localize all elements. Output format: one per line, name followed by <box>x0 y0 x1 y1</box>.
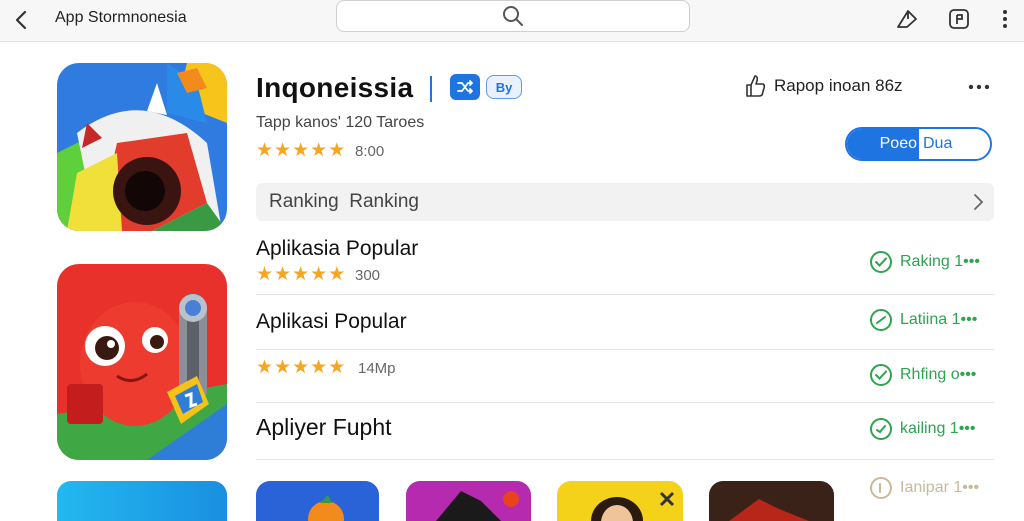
star-icon: ★ <box>328 357 346 378</box>
like-button[interactable]: Rapop inoan 86z <box>744 74 903 98</box>
row-rating-stars: ★ ★ ★ ★ ★ <box>256 265 345 284</box>
app-icon-secondary[interactable] <box>57 264 227 460</box>
app-icon-main[interactable] <box>57 63 227 231</box>
row-divider <box>256 402 994 403</box>
pill-primary-label[interactable]: Poeo <box>847 129 919 159</box>
red-creature-icon <box>729 499 809 521</box>
row-divider <box>256 294 994 295</box>
row-status[interactable]: Latiina 1••• <box>870 309 977 331</box>
row-status[interactable]: Raking 1••• <box>870 251 980 273</box>
star-icon: ★ <box>328 264 346 285</box>
bookmark-icon <box>949 9 969 29</box>
thumbs-up-icon <box>746 75 766 97</box>
star-icon: ★ <box>274 264 292 285</box>
character-app-icon <box>57 264 227 460</box>
app-store-title: App Stormnonesia <box>55 9 187 26</box>
star-icon: ★ <box>256 264 274 285</box>
chevron-right-icon <box>974 194 984 210</box>
bottom-app-icon[interactable] <box>57 481 227 521</box>
row-rating-value: 14Mp <box>358 360 396 377</box>
row-status[interactable]: kailing 1••• <box>870 418 976 440</box>
row-title[interactable]: Aplikasia Popular <box>256 237 418 261</box>
pill-secondary-label[interactable]: Dua <box>919 129 990 159</box>
star-icon: ★ <box>292 140 310 161</box>
publisher-badge[interactable]: By <box>486 75 522 99</box>
check-circle-icon <box>870 309 892 331</box>
back-button[interactable] <box>8 6 36 34</box>
chevron-left-icon <box>15 10 27 30</box>
star-icon: ★ <box>274 140 292 161</box>
row-status-label: Ianipar 1••• <box>900 479 980 496</box>
row-rating-value: 300 <box>355 267 381 284</box>
star-icon: ★ <box>256 140 274 161</box>
more-actions-button[interactable] <box>964 74 994 100</box>
row-title[interactable]: Apliyer Fupht <box>256 414 392 441</box>
more-horizontal-icon <box>968 84 990 90</box>
row-status[interactable]: Rhfing o••• <box>870 364 976 386</box>
star-icon: ★ <box>310 140 328 161</box>
row-title[interactable]: Aplikasi Popular <box>256 310 407 334</box>
shuffle-icon <box>457 80 473 94</box>
bottom-app-icon[interactable] <box>406 481 531 521</box>
check-circle-icon <box>870 418 892 440</box>
app-subtitle: Tapp kanos' 120 Taroes <box>256 114 425 131</box>
more-options-button[interactable] <box>992 6 1018 32</box>
row-status[interactable]: Ianipar 1••• <box>870 477 979 499</box>
orange-character-icon <box>308 495 344 521</box>
rating-value: 8:00 <box>355 143 385 160</box>
row-divider <box>256 349 994 350</box>
get-install-toggle[interactable]: Poeo Dua <box>845 127 992 161</box>
share-icon <box>897 10 917 28</box>
bookmark-button[interactable] <box>946 6 972 32</box>
row-status-label: Latiina 1••• <box>900 311 978 328</box>
check-circle-icon <box>870 251 892 273</box>
check-circle-icon <box>870 477 892 499</box>
star-icon: ★ <box>292 264 310 285</box>
row-status-label: Rhfing o••• <box>900 366 977 383</box>
verified-badge <box>450 74 480 100</box>
person-character-icon <box>591 491 675 521</box>
star-icon: ★ <box>310 264 328 285</box>
like-label: Rapop inoan 86z <box>774 76 903 95</box>
row-status-label: kailing 1••• <box>900 420 976 437</box>
star-icon: ★ <box>256 357 274 378</box>
search-icon <box>503 6 523 26</box>
ranking-label: Ranking Ranking <box>269 191 419 212</box>
row-divider <box>256 459 994 460</box>
app-name: Inqoneissia <box>256 72 414 103</box>
star-icon: ★ <box>328 140 346 161</box>
star-icon: ★ <box>292 357 310 378</box>
rating-stars: ★ ★ ★ ★ ★ <box>256 141 345 160</box>
bottom-app-icon[interactable] <box>557 481 683 521</box>
row-rating-stars: ★ ★ ★ ★ ★ <box>256 358 345 377</box>
top-bar: App Stormnonesia <box>0 0 1024 42</box>
star-icon: ★ <box>310 357 328 378</box>
check-circle-icon <box>870 364 892 386</box>
title-divider <box>430 76 432 102</box>
bottom-app-icon[interactable] <box>256 481 379 521</box>
app-logo-icon <box>57 63 227 231</box>
share-button[interactable] <box>894 6 920 32</box>
star-icon: ★ <box>274 357 292 378</box>
bottom-app-icon[interactable] <box>709 481 834 521</box>
search-input[interactable] <box>336 0 690 32</box>
ranking-section-header[interactable]: Ranking Ranking <box>256 183 994 221</box>
more-vertical-icon <box>1003 10 1007 28</box>
row-status-label: Raking 1••• <box>900 253 980 270</box>
witch-character-icon <box>436 491 519 521</box>
